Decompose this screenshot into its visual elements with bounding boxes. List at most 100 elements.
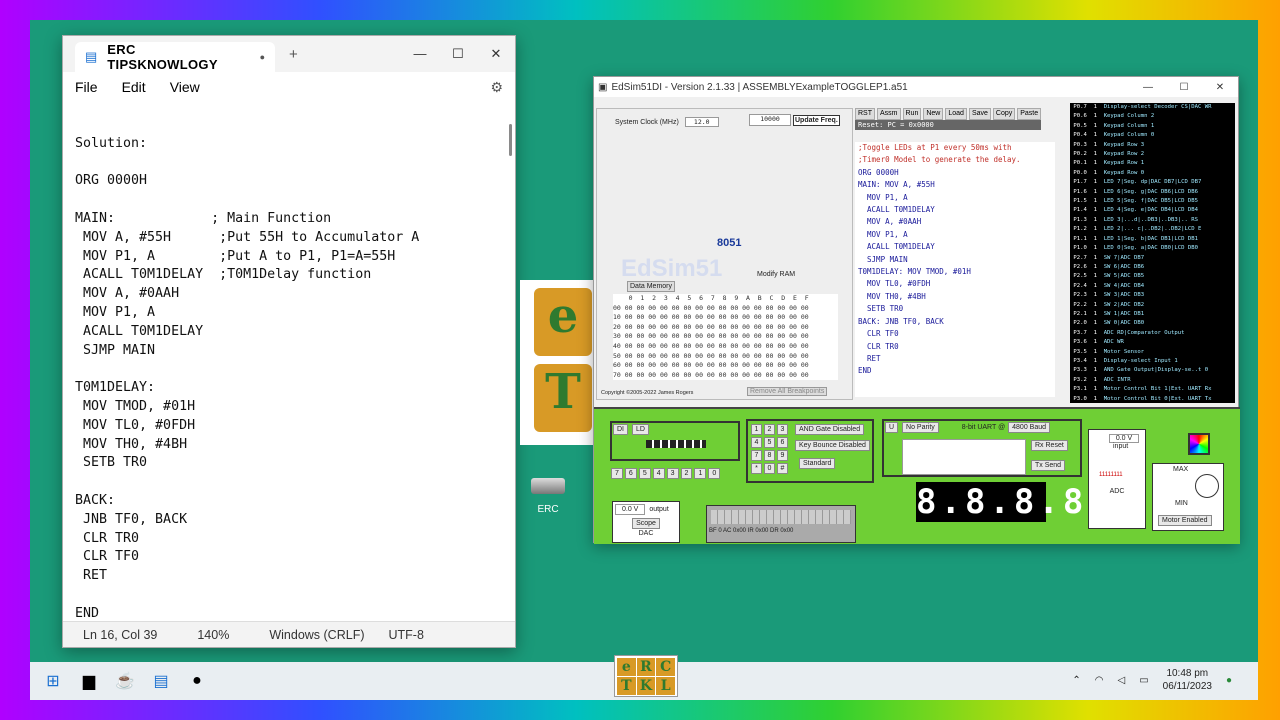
switch-6[interactable]: 6 [624, 468, 637, 479]
switch-7[interactable]: 7 [611, 468, 623, 479]
notepad-tab[interactable]: ▤ ERC TIPSKNOWLOGY ● [75, 42, 275, 72]
toolbar-load-button[interactable]: Load [945, 108, 967, 120]
edsim-minimize-icon[interactable]: — [1130, 82, 1166, 93]
wifi-icon[interactable]: ◠ [1095, 675, 1104, 686]
keypad-key[interactable]: 5 [764, 437, 775, 448]
switch-5[interactable]: 5 [638, 468, 651, 479]
motor-enabled-button[interactable]: Motor Enabled [1158, 515, 1212, 526]
notepad-taskbar-icon[interactable]: ▤ [148, 668, 174, 694]
notepad-window: ▤ ERC TIPSKNOWLOGY ● + — ☐ ✕ File Edit V… [62, 35, 516, 648]
speed-select[interactable]: 10000 [749, 114, 791, 126]
minimize-icon[interactable]: — [401, 46, 439, 62]
new-tab-button[interactable]: + [289, 46, 298, 63]
status-zoom: 140% [197, 627, 230, 642]
code-line: MOV P1, A ;Put A to P1, P1=A=55H [75, 248, 396, 264]
toolbar-rst-button[interactable]: RST [855, 108, 875, 120]
edsim-maximize-icon[interactable]: ☐ [1166, 82, 1202, 93]
remove-breakpoints-button[interactable]: Remove All Breakpoints [747, 387, 828, 396]
pin-name: P1.2 1 [1070, 226, 1104, 233]
notepad-text-area[interactable]: Solution: ORG 0000H MAIN: ; Main Functio… [75, 116, 495, 624]
clock-label: System Clock (MHz) [615, 119, 679, 126]
start-windows-icon[interactable]: ⊞ [40, 668, 66, 694]
edsim-title: EdSim51DI - Version 2.1.33 | ASSEMBLYExa… [611, 81, 908, 93]
pin-function: LED 0|Seg. a|DAC DB0|LCD DB0 [1103, 245, 1198, 252]
switch-2[interactable]: 2 [680, 468, 693, 479]
scope-button[interactable]: Scope [632, 518, 660, 529]
keypad-key[interactable]: 8 [764, 450, 775, 461]
and-gate-button[interactable]: AND Gate Disabled [795, 424, 865, 435]
memory-grid[interactable]: 0 1 2 3 4 5 6 7 8 9 A B C D E F 00 00 00… [613, 294, 838, 381]
rx-reset-button[interactable]: Rx Reset [1031, 440, 1068, 451]
task-view-icon[interactable]: ▆ [76, 668, 102, 694]
menu-file[interactable]: File [75, 79, 98, 95]
toolbar-paste-button[interactable]: Paste [1017, 108, 1042, 120]
record-app-icon[interactable]: ● [184, 668, 210, 694]
maximize-icon[interactable]: ☐ [439, 46, 477, 62]
keypad-key[interactable]: 7 [751, 450, 762, 461]
keypad-key[interactable]: 4 [751, 437, 762, 448]
switch-1[interactable]: 1 [694, 468, 707, 479]
adc-value: 0.0 V [1109, 434, 1139, 443]
menu-edit[interactable]: Edit [122, 79, 146, 95]
standard-select[interactable]: Standard [799, 458, 836, 469]
asm-line: MAIN: MOV A, #55H [858, 180, 935, 190]
keypad-key[interactable]: 6 [777, 437, 788, 448]
java-app-icon[interactable]: ☕ [112, 668, 138, 694]
key-bounce-button[interactable]: Key Bounce Disabled [795, 440, 870, 451]
keypad-key[interactable]: 3 [777, 424, 788, 435]
pin-name: P2.5 1 [1070, 273, 1104, 280]
asm-line: ACALL T0M1DELAY [858, 242, 935, 252]
vertical-scrollbar[interactable] [509, 124, 512, 156]
pin-row: P3.6 1 ADC WR [1070, 338, 1235, 347]
switch-4[interactable]: 4 [652, 468, 665, 479]
color-wheel-icon[interactable] [1188, 433, 1210, 455]
pin-row: P3.3 1 AND Gate Output|Display-se..t 0 [1070, 366, 1235, 375]
parity-button[interactable]: No Parity [902, 422, 939, 433]
notification-bell-icon[interactable]: ● [1226, 675, 1232, 686]
desktop-icon-erc-drive[interactable]: ERC [528, 478, 568, 515]
asm-line: RET [858, 353, 881, 363]
baud-select[interactable]: 4800 Baud [1008, 422, 1051, 433]
update-freq-button[interactable]: Update Freq. [793, 115, 840, 126]
edsim-watermark: EdSim51 [621, 255, 723, 282]
keypad-key[interactable]: * [751, 463, 762, 474]
edsim-close-icon[interactable]: ✕ [1202, 82, 1238, 93]
toolbar-new-button[interactable]: New [923, 108, 944, 120]
pin-row: P0.1 1 Keypad Row 1 [1070, 159, 1235, 168]
keypad-key[interactable]: 1 [751, 424, 762, 435]
close-icon[interactable]: ✕ [477, 46, 515, 62]
data-memory-button[interactable]: Data Memory [627, 281, 676, 292]
settings-gear-icon[interactable]: ⚙ [490, 79, 503, 96]
speaker-icon[interactable]: ◁ [1117, 675, 1125, 686]
clock-input[interactable]: 12.0 [684, 117, 719, 127]
pin-row: P1.2 1 LED 2|... c|..DB2|..DB2|LCD E [1070, 225, 1235, 234]
tab-modified-dot[interactable]: ● [260, 52, 265, 62]
pin-function: SW 5|ADC DB5 [1103, 273, 1145, 280]
keypad-key[interactable]: 2 [764, 424, 775, 435]
tx-send-button[interactable]: Tx Send [1031, 460, 1066, 471]
menu-view[interactable]: View [170, 79, 200, 95]
pin-name: P3.1 1 [1070, 386, 1104, 393]
assembly-code-editor[interactable]: ;Toggle LEDs at P1 every 50ms with ;Timer… [855, 142, 1055, 397]
asm-line: SJMP MAIN [858, 254, 908, 264]
chevron-up-icon[interactable]: ⌃ [1072, 675, 1080, 686]
toolbar-assm-button[interactable]: Assm [877, 108, 901, 120]
switch-0[interactable]: 0 [708, 468, 721, 479]
ld-button[interactable]: LD [631, 424, 649, 435]
keypad-key[interactable]: # [777, 463, 788, 474]
pin-function: Motor Control Bit 0|Ext. UART Tx [1103, 395, 1212, 402]
keypad-key[interactable]: 9 [777, 450, 788, 461]
dl-button[interactable]: DI [613, 424, 628, 435]
toolbar-save-button[interactable]: Save [968, 108, 991, 120]
tray-clock[interactable]: 10:48 pm 06/11/2023 [1163, 667, 1212, 693]
toolbar-run-button[interactable]: Run [902, 108, 922, 120]
battery-icon[interactable]: ▭ [1139, 675, 1148, 686]
toolbar-copy-button[interactable]: Copy [992, 108, 1016, 120]
pin-function: Motor Control Bit 1|Ext. UART Rx [1103, 386, 1212, 393]
u-button[interactable]: U [885, 422, 899, 433]
logo-letter: e [617, 658, 636, 676]
uart-rx-tx-area[interactable] [902, 439, 1026, 475]
keypad-key[interactable]: 0 [764, 463, 775, 474]
switch-3[interactable]: 3 [666, 468, 679, 479]
